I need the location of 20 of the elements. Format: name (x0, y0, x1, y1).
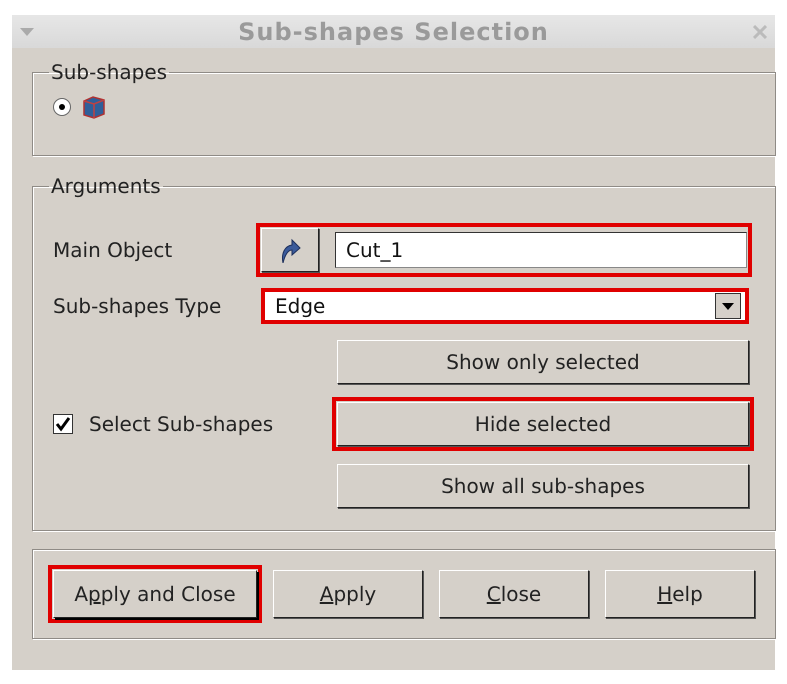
dialog-button[interactable]: Close (439, 570, 589, 618)
action-button[interactable]: Show all sub-shapes (337, 464, 749, 508)
action-button[interactable]: Show only selected (337, 340, 749, 384)
window-title: Sub-shapes Selection (238, 18, 549, 46)
group-title: Sub-shapes (50, 60, 168, 84)
select-object-button[interactable] (261, 228, 319, 272)
cube-icon (81, 94, 107, 120)
field-label: Main Object (53, 238, 174, 262)
checkbox-label: Select Sub-shapes (89, 412, 274, 436)
type-dropdown[interactable]: Edge (261, 288, 749, 324)
dialog-button[interactable]: Help (605, 570, 755, 618)
radio-button[interactable] (53, 98, 71, 116)
object-name-field[interactable]: Cut_1 (335, 232, 747, 268)
dialog-button[interactable]: Apply and Close (53, 570, 257, 618)
action-button[interactable]: Hide selected (337, 402, 749, 446)
group-title: Arguments (50, 174, 162, 198)
dialog-button[interactable]: Apply (273, 570, 423, 618)
checkbox[interactable] (53, 414, 73, 434)
curved-arrow-icon (279, 237, 301, 263)
field-label: Sub-shapes Type (53, 294, 222, 318)
